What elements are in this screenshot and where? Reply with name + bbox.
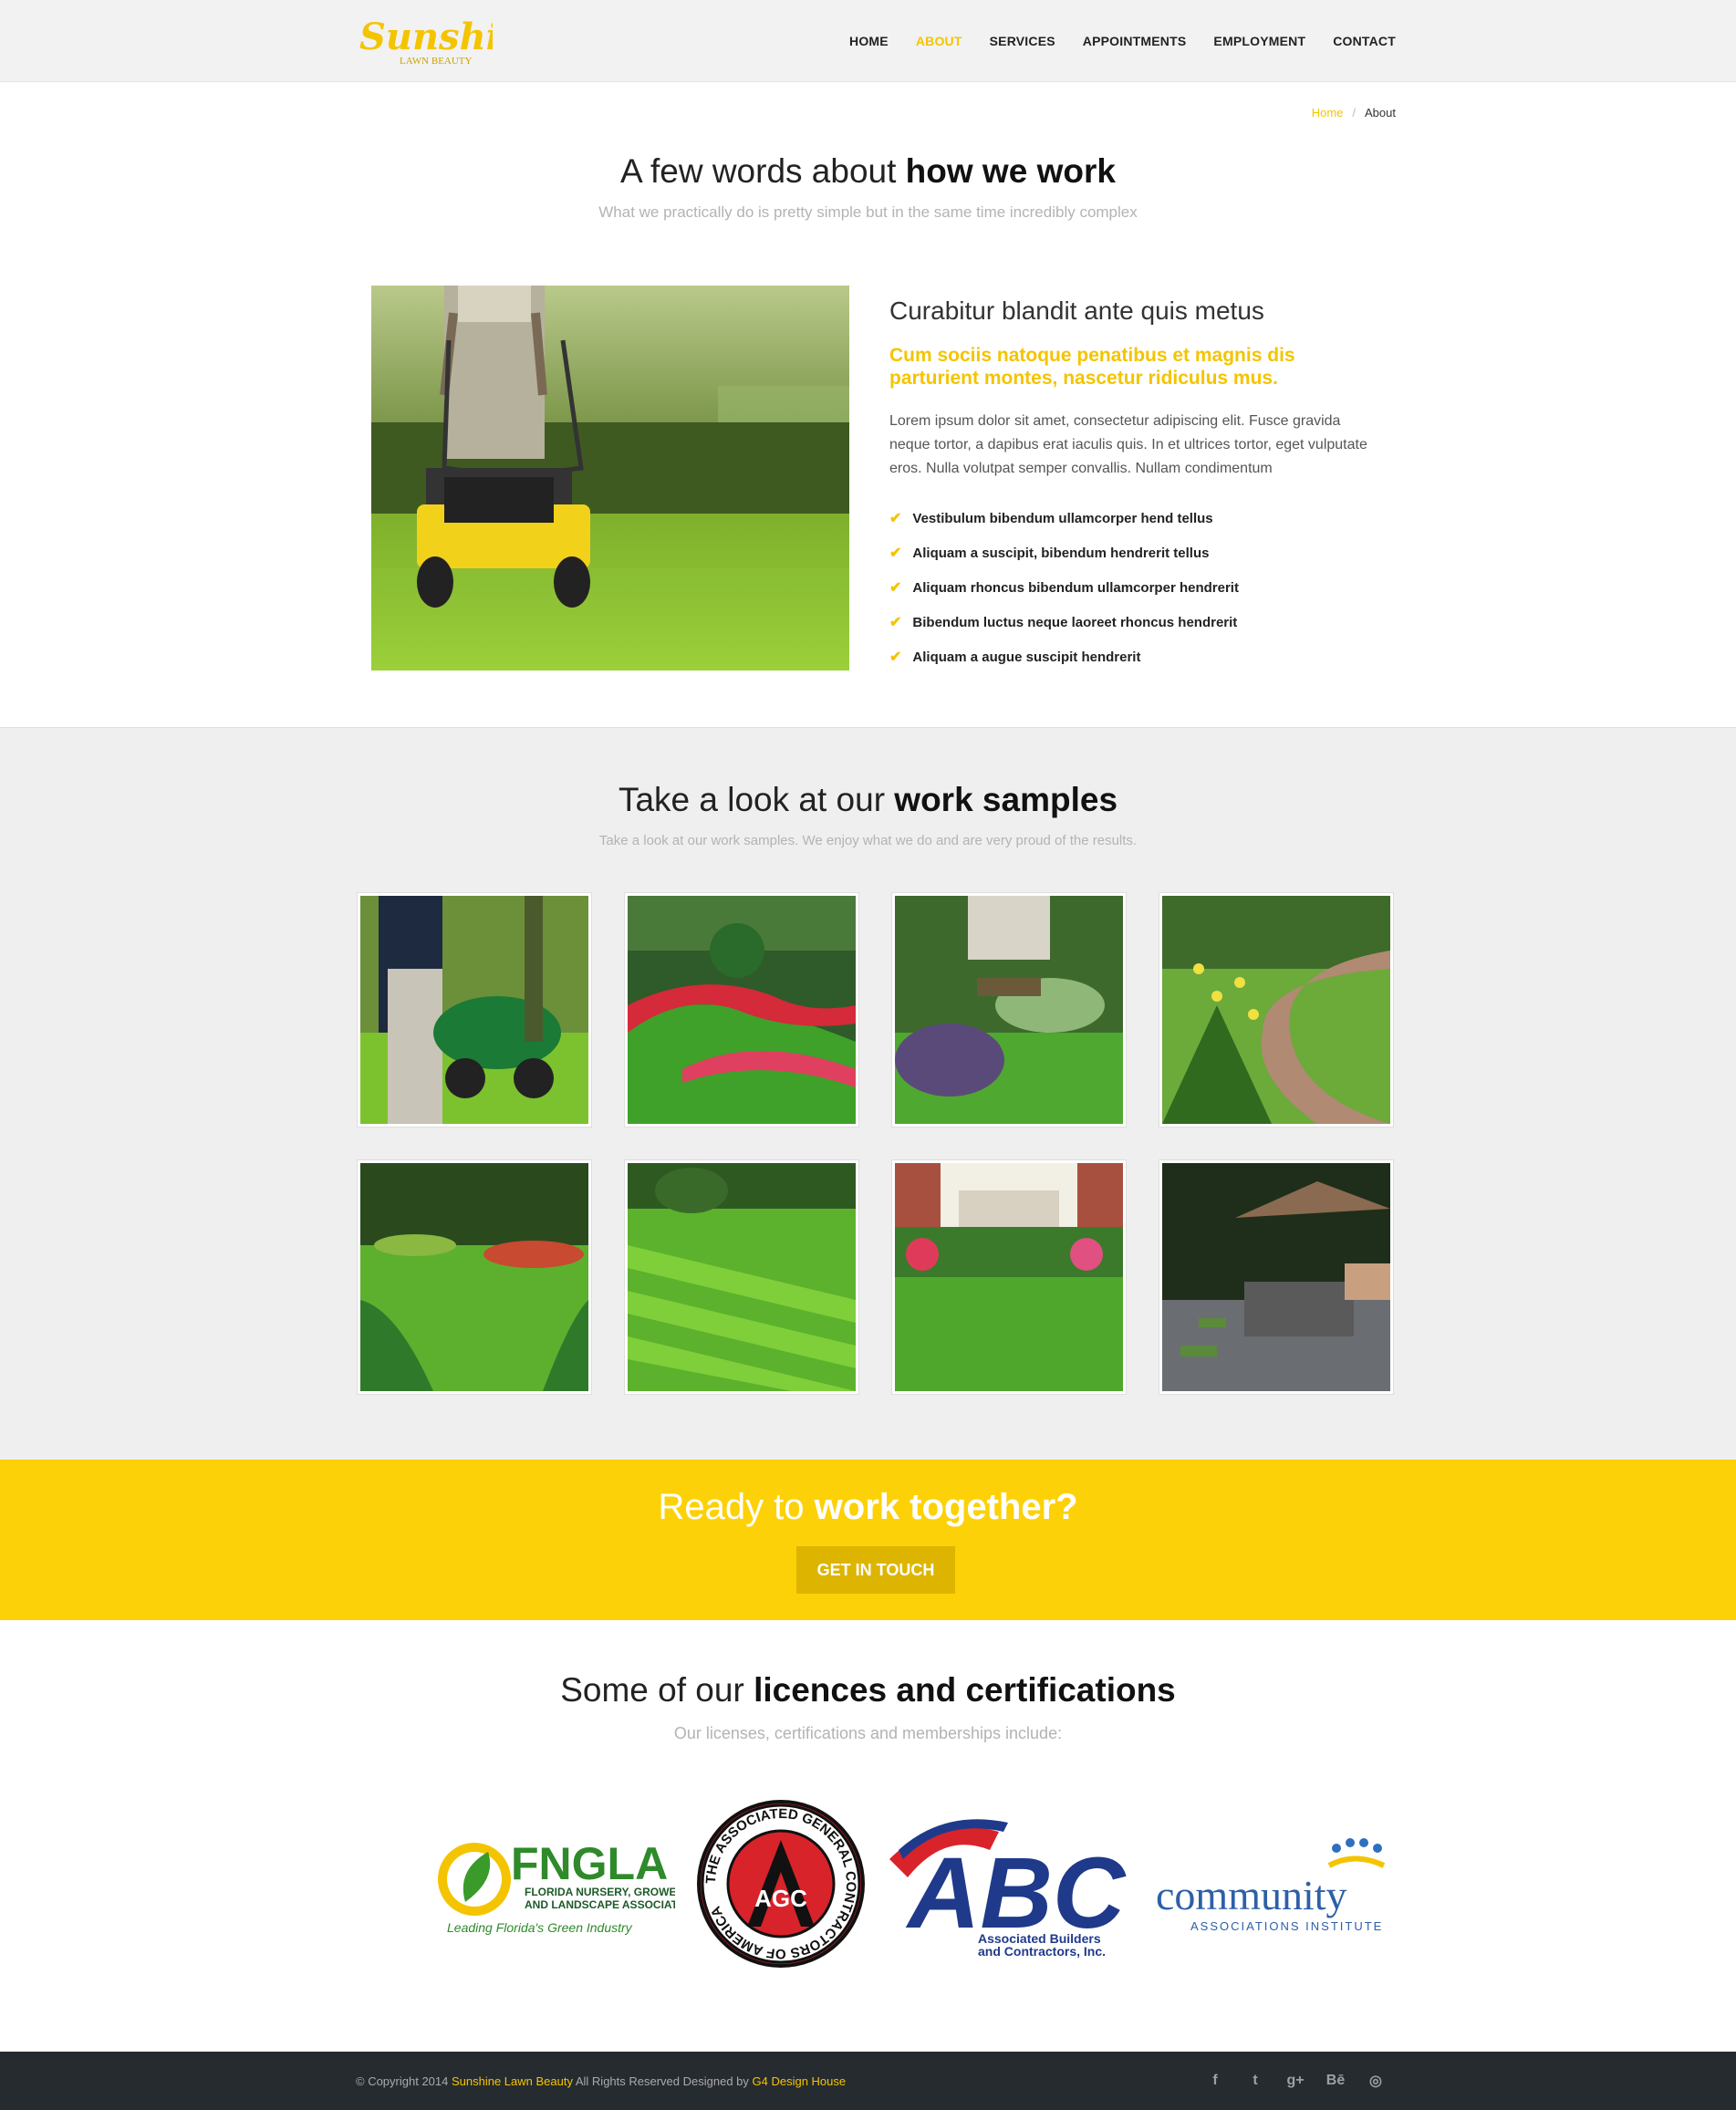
- logo-main-text: Sunshine: [359, 16, 493, 58]
- cai-logo: community ASSOCIATIONS INSTITUTE: [1154, 1824, 1400, 1948]
- nav-appointments[interactable]: APPOINTMENTS: [1083, 34, 1187, 48]
- works-subtitle: Take a look at our work samples. We enjo…: [598, 833, 1138, 848]
- breadcrumb-home[interactable]: Home: [1312, 106, 1344, 120]
- cta-title-light: Ready to: [658, 1487, 815, 1527]
- work-sample-garden-path[interactable]: [1159, 892, 1394, 1128]
- work-sample-bench-yard[interactable]: [891, 892, 1127, 1128]
- copyright-brand-link[interactable]: Sunshine Lawn Beauty: [452, 2074, 573, 2088]
- breadcrumb-current: About: [1365, 106, 1396, 120]
- work-sample-porch-lawn[interactable]: [891, 1159, 1127, 1395]
- check-icon: ✔: [889, 615, 902, 630]
- agc-mark: AGC: [754, 1885, 807, 1912]
- lawn-mower-photo: [371, 286, 849, 670]
- list-item-text: Aliquam rhoncus bibendum ullamcorper hen…: [912, 579, 1239, 596]
- works-title: Take a look at our work samples: [0, 781, 1736, 819]
- about-list: ✔ Vestibulum bibendum ullamcorper hend te…: [889, 501, 1382, 674]
- nav-contact[interactable]: CONTACT: [1333, 34, 1396, 48]
- about-paragraph: Lorem ipsum dolor sit amet, consectetur …: [889, 413, 1367, 476]
- list-item-text: Bibendum luctus neque laoreet rhoncus he…: [912, 614, 1238, 630]
- google-plus-icon[interactable]: g+: [1275, 2068, 1315, 2094]
- twitter-icon[interactable]: t: [1235, 2068, 1275, 2094]
- check-icon: ✔: [889, 650, 902, 665]
- cta-title-bold: work together?: [814, 1487, 1078, 1527]
- about-title-bold: how we work: [905, 152, 1116, 190]
- fngla-line2: AND LANDSCAPE ASSOCIATION: [525, 1898, 675, 1911]
- work-samples-section: Take a look at our work samples Take a l…: [0, 727, 1736, 1460]
- list-item: ✔ Aliquam a augue suscipit hendrerit: [889, 639, 1382, 674]
- work-sample-striped-lawn[interactable]: [624, 1159, 859, 1395]
- get-in-touch-button[interactable]: GET IN TOUCH: [796, 1546, 955, 1594]
- designer-link[interactable]: G4 Design House: [753, 2074, 847, 2088]
- fngla-logo: FNGLA FLORIDA NURSERY, GROWERS AND LANDS…: [429, 1824, 697, 1957]
- licences-title-light: Some of our: [560, 1671, 754, 1709]
- nav-employment[interactable]: EMPLOYMENT: [1213, 34, 1305, 48]
- check-icon: ✔: [889, 511, 902, 526]
- logo[interactable]: Sunshine LAWN BEAUTY: [356, 7, 549, 77]
- work-sample-spreader[interactable]: [357, 892, 592, 1128]
- list-item-text: Vestibulum bibendum ullamcorper hend tel…: [912, 510, 1213, 526]
- licences-title-bold: licences and certifications: [754, 1671, 1176, 1709]
- nav-about[interactable]: ABOUT: [916, 34, 962, 48]
- call-to-action: Ready to work together? GET IN TOUCH: [0, 1460, 1736, 1620]
- about-heading: Curabitur blandit ante quis metus: [889, 296, 1264, 325]
- logo-sub-text: LAWN BEAUTY: [400, 56, 473, 67]
- licences-subtitle: Our licenses, certifications and members…: [673, 1724, 1063, 1742]
- about-highlight: Cum sociis natoque penatibus et magnis d…: [889, 345, 1295, 389]
- breadcrumb-separator: /: [1352, 106, 1357, 120]
- list-item: ✔ Aliquam rhoncus bibendum ullamcorper he…: [889, 570, 1382, 605]
- fngla-name: FNGLA: [511, 1838, 668, 1889]
- nav-home[interactable]: HOME: [849, 34, 889, 48]
- copyright: © Copyright 2014 Sunshine Lawn Beauty Al…: [356, 2074, 846, 2088]
- work-sample-park-lawn[interactable]: [357, 1159, 592, 1395]
- copyright-prefix: © Copyright 2014: [356, 2074, 452, 2088]
- nav-services[interactable]: SERVICES: [990, 34, 1055, 48]
- site-header: Sunshine LAWN BEAUTY HOME ABOUT SERVICES…: [0, 0, 1736, 82]
- cai-name: community: [1156, 1872, 1347, 1918]
- copyright-middle: All Rights Reserved Designed by: [572, 2074, 753, 2088]
- fngla-tagline: Leading Florida's Green Industry: [447, 1920, 633, 1935]
- dribbble-icon[interactable]: ◎: [1356, 2068, 1396, 2094]
- facebook-icon[interactable]: f: [1195, 2068, 1235, 2094]
- works-title-bold: work samples: [894, 781, 1118, 818]
- list-item: ✔ Vestibulum bibendum ullamcorper hend te…: [889, 501, 1382, 535]
- check-icon: ✔: [889, 546, 902, 561]
- works-title-light: Take a look at our: [618, 781, 895, 818]
- work-sample-patio[interactable]: [1159, 1159, 1394, 1395]
- about-subtitle: What we practically do is pretty simple …: [598, 203, 1138, 221]
- check-icon: ✔: [889, 580, 902, 596]
- behance-icon[interactable]: Bē: [1315, 2068, 1356, 2094]
- fngla-line1: FLORIDA NURSERY, GROWERS: [525, 1886, 675, 1898]
- breadcrumb: Home / About: [1312, 106, 1396, 120]
- main-nav: HOME ABOUT SERVICES APPOINTMENTS EMPLOYM…: [822, 0, 1396, 82]
- list-item-text: Aliquam a augue suscipit hendrerit: [912, 649, 1141, 665]
- list-item: ✔ Bibendum luctus neque laoreet rhoncus h…: [889, 605, 1382, 639]
- licences-title: Some of our licences and certifications: [0, 1671, 1736, 1710]
- abc-logo: ABC Associated Builders and Contractors,…: [889, 1804, 1136, 1964]
- site-footer: © Copyright 2014 Sunshine Lawn Beauty Al…: [0, 2052, 1736, 2110]
- list-item-text: Aliquam a suscipit, bibendum hendrerit t…: [912, 545, 1210, 561]
- about-content: Curabitur blandit ante quis metus Cum so…: [889, 296, 1382, 674]
- cta-title: Ready to work together?: [0, 1487, 1736, 1528]
- abc-line2: and Contractors, Inc.: [978, 1944, 1106, 1959]
- cai-sub: ASSOCIATIONS INSTITUTE: [1190, 1919, 1383, 1933]
- agc-logo: THE ASSOCIATED GENERAL CONTRACTORS OF AM…: [696, 1799, 866, 1973]
- social-links: f t g+ Bē ◎: [1195, 2068, 1396, 2094]
- work-sample-garden-beds[interactable]: [624, 892, 859, 1128]
- list-item: ✔ Aliquam a suscipit, bibendum hendrerit …: [889, 535, 1382, 570]
- about-title: A few words about how we work: [0, 152, 1736, 191]
- about-title-light: A few words about: [620, 152, 906, 190]
